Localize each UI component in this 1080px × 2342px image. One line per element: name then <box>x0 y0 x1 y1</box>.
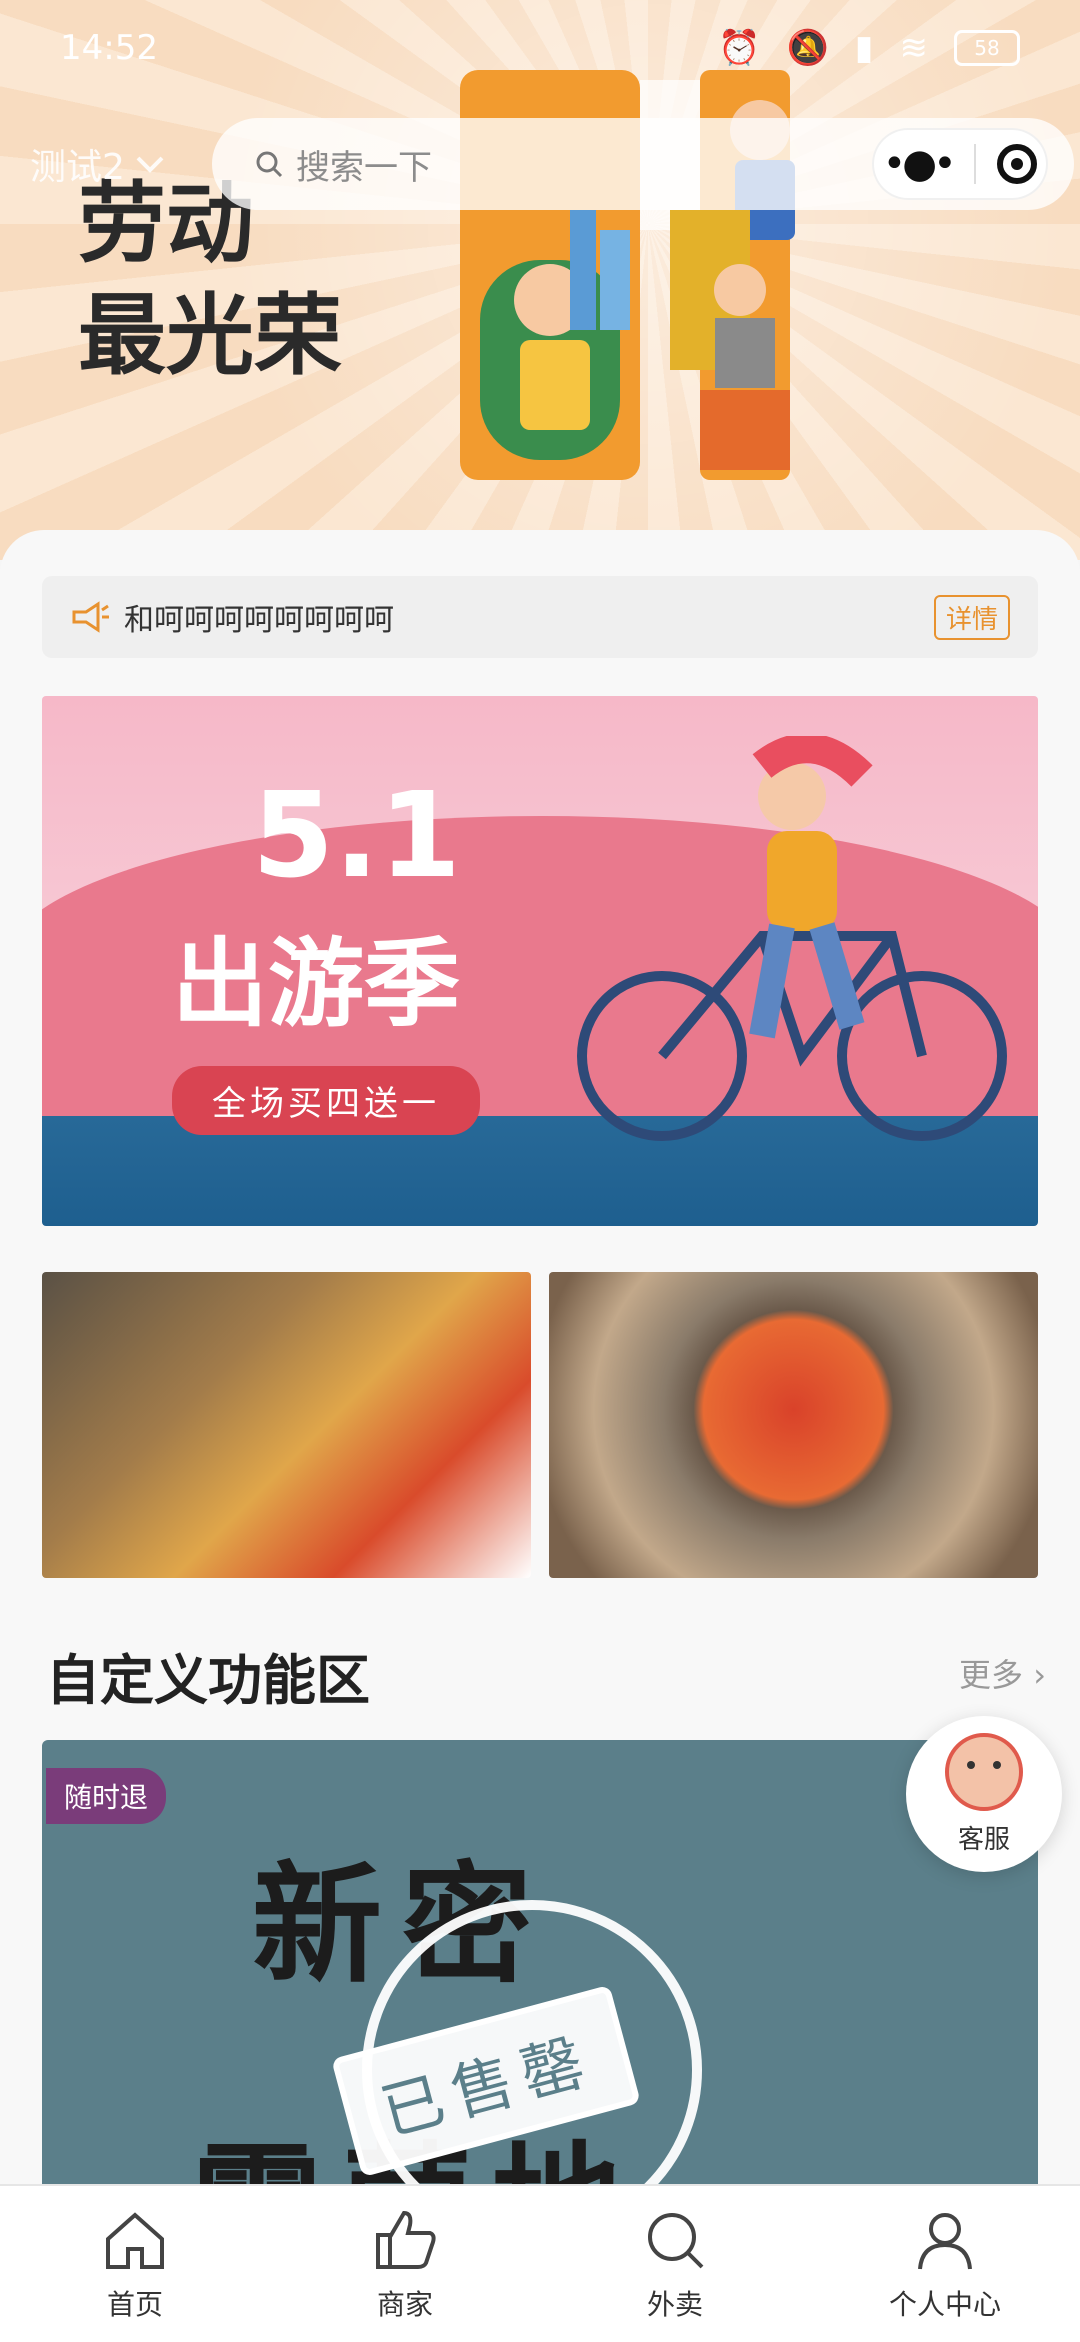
promo-ribbon: 全场买四送一 <box>172 1066 480 1135</box>
more-label: 更多 <box>959 1656 1024 1694</box>
battery-icon: 58 <box>954 30 1020 66</box>
nav-takeout-label: 外卖 <box>646 2288 703 2321</box>
notice-bar[interactable]: 和呵呵呵呵呵呵呵呵 详情 <box>42 576 1038 658</box>
chevron-down-icon <box>136 156 164 173</box>
service-label: 客服 <box>957 1824 1010 1855</box>
search-nav-icon <box>648 2213 704 2269</box>
nav-takeout[interactable]: 外卖 <box>540 2186 810 2342</box>
user-icon <box>918 2213 972 2270</box>
chevron-right-icon: › <box>1033 1656 1046 1694</box>
miniapp-capsule: •●• <box>872 128 1048 200</box>
hotpot-image[interactable] <box>549 1272 1038 1578</box>
more-options-icon[interactable]: •●• <box>883 141 957 187</box>
status-time: 14:52 <box>60 28 158 68</box>
search-input[interactable]: 搜索一下 •●• <box>212 118 1074 210</box>
nav-profile[interactable]: 个人中心 <box>810 2186 1080 2342</box>
nav-merchant-label: 商家 <box>376 2288 433 2321</box>
megaphone-icon <box>72 601 109 633</box>
service-avatar-icon <box>945 1732 1023 1811</box>
hero-banner: 14:52 ⏰ 🔕 ▮ ≋ 58 劳动 最光荣 测试2 搜索一下 •●• <box>0 0 1080 560</box>
thumbs-up-icon <box>376 2210 436 2269</box>
customer-service-button[interactable]: 客服 <box>906 1716 1062 1872</box>
more-link[interactable]: 更多 › <box>959 1650 1046 1696</box>
refund-tag: 随时退 <box>46 1768 167 1824</box>
pizza-image[interactable] <box>42 1272 531 1578</box>
promo-subheadline: 出游季 <box>172 928 460 1040</box>
main-content: 和呵呵呵呵呵呵呵呵 详情 5.1 出游季 全场买四送一 自定义功能区 更多 › … <box>0 530 1080 2260</box>
notice-text: 和呵呵呵呵呵呵呵呵 <box>124 603 394 638</box>
search-placeholder: 搜索一下 <box>296 147 432 188</box>
search-icon <box>256 151 283 178</box>
bicycle-illustration <box>577 736 1007 1141</box>
notice-detail-button[interactable]: 详情 <box>933 594 1010 640</box>
bottom-navigation: 首页 商家 外卖 个人中心 <box>0 2184 1080 2342</box>
nav-profile-label: 个人中心 <box>888 2288 1001 2321</box>
thumbnail-row <box>42 1272 1038 1578</box>
capsule-divider <box>974 144 977 184</box>
nav-home-label: 首页 <box>106 2288 163 2321</box>
top-bar: 测试2 搜索一下 •●• <box>30 118 1074 210</box>
home-icon <box>106 2212 164 2269</box>
location-selector[interactable]: 测试2 <box>30 138 165 190</box>
nav-home[interactable]: 首页 <box>0 2186 270 2342</box>
nav-merchant[interactable]: 商家 <box>270 2186 540 2342</box>
promo-headline: 5.1 <box>252 766 462 904</box>
location-label: 测试2 <box>30 147 125 188</box>
feature-card[interactable]: 随时退 新密 露营地 已售罄 <box>42 1740 1038 2260</box>
section-title: 自定义功能区 <box>46 1649 370 1712</box>
promo-banner[interactable]: 5.1 出游季 全场买四送一 <box>42 696 1038 1226</box>
close-miniapp-icon[interactable] <box>997 144 1038 184</box>
